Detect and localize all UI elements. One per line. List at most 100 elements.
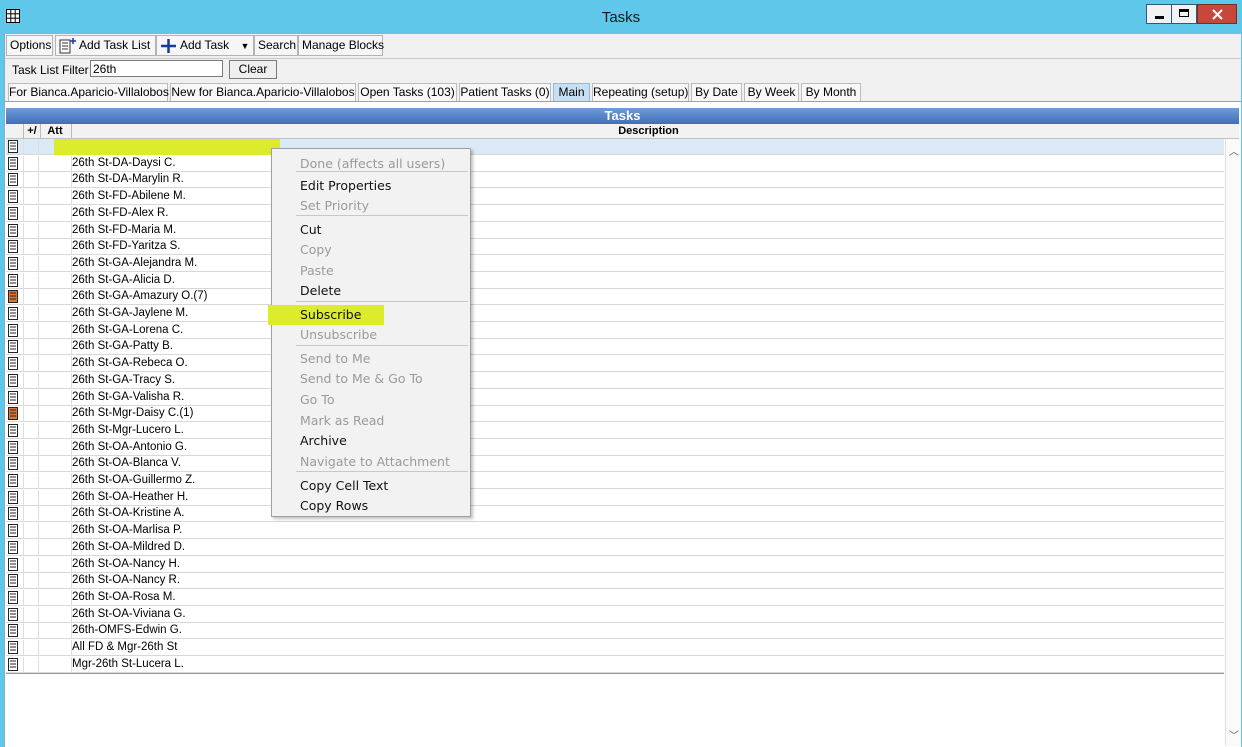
task-list-row-icon[interactable] xyxy=(8,307,18,320)
row-att-cell[interactable] xyxy=(39,322,72,339)
task-list-row-icon[interactable] xyxy=(8,273,18,287)
menu-item-cut[interactable]: Cut xyxy=(300,222,322,237)
table-row[interactable]: Mgr-26th St-Lucera L. xyxy=(6,656,1224,673)
row-expand-cell[interactable] xyxy=(23,306,39,322)
row-expand-cell[interactable] xyxy=(23,222,39,239)
manage-blocks-button[interactable]: Manage Blocks xyxy=(298,35,384,56)
menu-item-copy-cell-text[interactable]: Copy Cell Text xyxy=(300,478,388,493)
row-expand-cell[interactable] xyxy=(23,523,39,540)
task-list-row-icon[interactable] xyxy=(8,357,18,371)
row-att-cell[interactable] xyxy=(39,539,72,556)
menu-item-subscribe[interactable]: Subscribe xyxy=(300,307,361,322)
column-att-header[interactable]: Att xyxy=(39,124,72,138)
row-expand-cell[interactable] xyxy=(23,489,39,506)
row-att-cell[interactable] xyxy=(39,155,72,172)
table-row[interactable]: 26th St-GA-Alejandra M. xyxy=(6,255,1224,272)
tab-by-month[interactable]: By Month xyxy=(801,83,861,101)
row-expand-cell[interactable] xyxy=(23,623,39,640)
task-list-row-icon[interactable] xyxy=(8,440,18,454)
row-att-cell[interactable] xyxy=(39,589,72,606)
task-list-row-icon[interactable] xyxy=(8,641,18,654)
tab-for-bianca[interactable]: For Bianca.Aparicio-Villalobos xyxy=(8,83,169,101)
menu-item-copy-rows[interactable]: Copy Rows xyxy=(300,498,368,513)
row-att-cell[interactable] xyxy=(39,389,72,406)
table-row[interactable]: 26th St-OA-Viviana G. xyxy=(6,606,1224,623)
row-expand-cell[interactable] xyxy=(23,356,39,373)
task-list-row-icon[interactable] xyxy=(8,474,18,487)
row-att-cell[interactable] xyxy=(39,656,72,673)
table-row[interactable]: All FD & Mgr-26th St xyxy=(6,640,1224,656)
table-row[interactable]: 26th St-FD-Maria M. xyxy=(6,222,1224,239)
task-list-row-icon[interactable] xyxy=(8,540,18,554)
task-list-row-icon[interactable] xyxy=(8,256,18,270)
task-list-row-icon[interactable] xyxy=(8,323,18,337)
row-expand-cell[interactable] xyxy=(23,139,39,155)
row-expand-cell[interactable] xyxy=(23,539,39,556)
row-att-cell[interactable] xyxy=(39,356,72,373)
task-list-row-icon[interactable] xyxy=(8,457,18,471)
row-att-cell[interactable] xyxy=(39,439,72,456)
row-expand-cell[interactable] xyxy=(23,456,39,473)
table-row[interactable]: 26th St-FD-Yaritza S. xyxy=(6,239,1224,256)
row-att-cell[interactable] xyxy=(39,289,72,306)
tab-repeating-setup[interactable]: Repeating (setup) xyxy=(592,83,689,101)
scroll-down-icon[interactable]: ﹀ xyxy=(1229,727,1239,742)
row-att-cell[interactable] xyxy=(39,623,72,640)
row-att-cell[interactable] xyxy=(39,606,72,623)
row-att-cell[interactable] xyxy=(39,406,72,423)
task-list-row-icon[interactable] xyxy=(8,423,18,437)
row-att-cell[interactable] xyxy=(39,205,72,222)
table-row[interactable]: 26th St-GA-Patty B. xyxy=(6,339,1224,356)
minimize-button[interactable] xyxy=(1146,4,1172,24)
row-att-cell[interactable] xyxy=(39,422,72,439)
task-list-row-icon[interactable] xyxy=(8,390,18,404)
table-row[interactable]: 26th St-OA-Nancy H. xyxy=(6,556,1224,573)
table-row[interactable]: 26th St-GA-Amazury O.(7) xyxy=(6,289,1224,306)
row-expand-cell[interactable] xyxy=(23,439,39,456)
tab-open-tasks[interactable]: Open Tasks (103) xyxy=(358,83,457,101)
tab-by-week[interactable]: By Week xyxy=(744,83,799,101)
table-row[interactable]: 26th St-OA-Rosa M. xyxy=(6,589,1224,606)
tab-main[interactable]: Main xyxy=(553,83,590,101)
task-list-row-icon[interactable] xyxy=(8,607,18,621)
row-expand-cell[interactable] xyxy=(23,289,39,306)
task-list-row-icon[interactable] xyxy=(8,490,18,504)
row-expand-cell[interactable] xyxy=(23,606,39,623)
task-list-row-icon[interactable] xyxy=(8,590,18,604)
task-list-row-icon[interactable] xyxy=(8,173,18,187)
row-expand-cell[interactable] xyxy=(23,189,39,206)
table-row[interactable]: 26th St-OA-Guillermo Z. xyxy=(6,473,1224,489)
table-row[interactable]: 26th St-OA-Nancy R. xyxy=(6,573,1224,590)
add-task-button[interactable]: Add Task ▼ xyxy=(156,35,254,56)
maximize-button[interactable] xyxy=(1171,4,1197,24)
table-row[interactable]: 26th-OMFS-Edwin G. xyxy=(6,623,1224,640)
task-list-row-icon[interactable] xyxy=(8,407,18,421)
row-expand-cell[interactable] xyxy=(23,239,39,256)
table-row[interactable]: 26th St-OA-Marlisa P. xyxy=(6,523,1224,540)
task-list-row-icon[interactable] xyxy=(8,340,18,354)
task-list-row-icon[interactable] xyxy=(8,507,18,521)
row-expand-cell[interactable] xyxy=(23,556,39,573)
table-row[interactable]: 26th St-OA-Mildred D. xyxy=(6,539,1224,556)
row-att-cell[interactable] xyxy=(39,189,72,206)
row-expand-cell[interactable] xyxy=(23,422,39,439)
row-att-cell[interactable] xyxy=(39,255,72,272)
row-expand-cell[interactable] xyxy=(23,205,39,222)
row-expand-cell[interactable] xyxy=(23,473,39,489)
clear-button[interactable]: Clear xyxy=(229,60,277,79)
column-description-header[interactable]: Description xyxy=(72,124,1225,138)
table-row[interactable]: 26th St-GA-Tracy S. xyxy=(6,372,1224,389)
row-att-cell[interactable] xyxy=(39,523,72,540)
menu-item-edit-properties[interactable]: Edit Properties xyxy=(300,178,391,193)
row-expand-cell[interactable] xyxy=(23,372,39,389)
table-row[interactable]: 26th St-GA-Rebeca O. xyxy=(6,356,1224,373)
task-list-row-icon[interactable] xyxy=(8,206,18,220)
task-list-row-icon[interactable] xyxy=(8,624,18,638)
table-row[interactable]: 26th St-OA-Kristine A. xyxy=(6,506,1224,523)
row-att-cell[interactable] xyxy=(39,272,72,289)
table-row[interactable]: 26th St-GA-Alicia D. xyxy=(6,272,1224,289)
close-button[interactable] xyxy=(1197,4,1237,24)
options-button[interactable]: Options xyxy=(6,35,53,56)
row-expand-cell[interactable] xyxy=(23,656,39,673)
table-row[interactable]: 26th St-GA-Jaylene M. xyxy=(6,306,1224,322)
